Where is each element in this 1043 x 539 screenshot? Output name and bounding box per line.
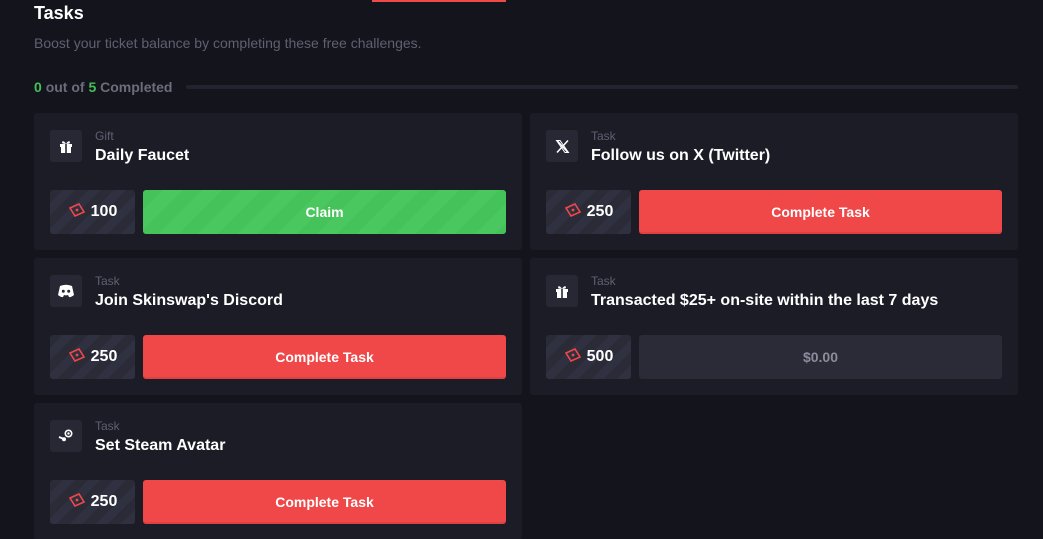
discord-icon bbox=[50, 275, 82, 307]
complete-task-button[interactable]: Complete Task bbox=[639, 190, 1002, 234]
total-count: 5 bbox=[88, 79, 97, 95]
task-title: Join Skinswap's Discord bbox=[95, 292, 283, 309]
task-card-daily-faucet: Gift Daily Faucet 100 Claim bbox=[34, 113, 522, 250]
task-card-follow-x: Task Follow us on X (Twitter) 250 Comple… bbox=[530, 113, 1018, 250]
progress-bar bbox=[186, 85, 1018, 89]
page-subtitle: Boost your ticket balance by completing … bbox=[34, 35, 422, 51]
ticket-icon bbox=[68, 492, 86, 512]
progress-out-of: out of bbox=[45, 79, 85, 95]
complete-task-button[interactable]: Complete Task bbox=[143, 480, 506, 524]
reward-amount: 250 bbox=[90, 493, 118, 510]
progress-section: 0 out of 5 Completed bbox=[34, 78, 1018, 96]
x-twitter-icon bbox=[546, 130, 578, 162]
reward-badge: 500 bbox=[546, 335, 631, 379]
tasks-page: Tasks Boost your ticket balance by compl… bbox=[0, 0, 1043, 539]
reward-amount: 100 bbox=[90, 203, 118, 220]
active-tab-indicator bbox=[372, 0, 506, 2]
task-card-steam-avatar: Task Set Steam Avatar 250 Complete Task bbox=[34, 403, 522, 539]
reward-amount: 250 bbox=[586, 203, 614, 220]
reward-badge: 250 bbox=[50, 480, 135, 524]
transaction-progress-value: $0.00 bbox=[639, 335, 1002, 379]
page-title: Tasks bbox=[34, 3, 84, 23]
reward-badge: 250 bbox=[546, 190, 631, 234]
gift-icon bbox=[50, 130, 82, 162]
reward-badge: 250 bbox=[50, 335, 135, 379]
task-title: Daily Faucet bbox=[95, 147, 190, 164]
ticket-icon bbox=[564, 347, 582, 367]
task-card-transacted: Task Transacted $25+ on-site within the … bbox=[530, 258, 1018, 395]
task-kind: Task bbox=[95, 419, 120, 433]
reward-badge: 100 bbox=[50, 190, 135, 234]
task-kind: Task bbox=[591, 274, 616, 288]
progress-suffix: Completed bbox=[100, 79, 173, 95]
claim-button[interactable]: Claim bbox=[143, 190, 506, 234]
progress-text: 0 out of 5 Completed bbox=[34, 79, 172, 95]
task-kind: Task bbox=[591, 129, 616, 143]
task-card-discord: Task Join Skinswap's Discord 250 Complet… bbox=[34, 258, 522, 395]
task-title: Set Steam Avatar bbox=[95, 437, 226, 454]
reward-amount: 250 bbox=[90, 348, 118, 365]
ticket-icon bbox=[68, 202, 86, 222]
ticket-icon bbox=[564, 202, 582, 222]
complete-task-button[interactable]: Complete Task bbox=[143, 335, 506, 379]
task-title: Follow us on X (Twitter) bbox=[591, 147, 771, 164]
completed-count: 0 bbox=[34, 79, 42, 95]
task-kind: Task bbox=[95, 274, 120, 288]
task-title: Transacted $25+ on-site within the last … bbox=[591, 292, 939, 309]
reward-amount: 500 bbox=[586, 348, 614, 365]
ticket-icon bbox=[68, 347, 86, 367]
task-kind: Gift bbox=[95, 129, 114, 143]
gift-icon bbox=[546, 275, 578, 307]
steam-icon bbox=[50, 420, 82, 452]
